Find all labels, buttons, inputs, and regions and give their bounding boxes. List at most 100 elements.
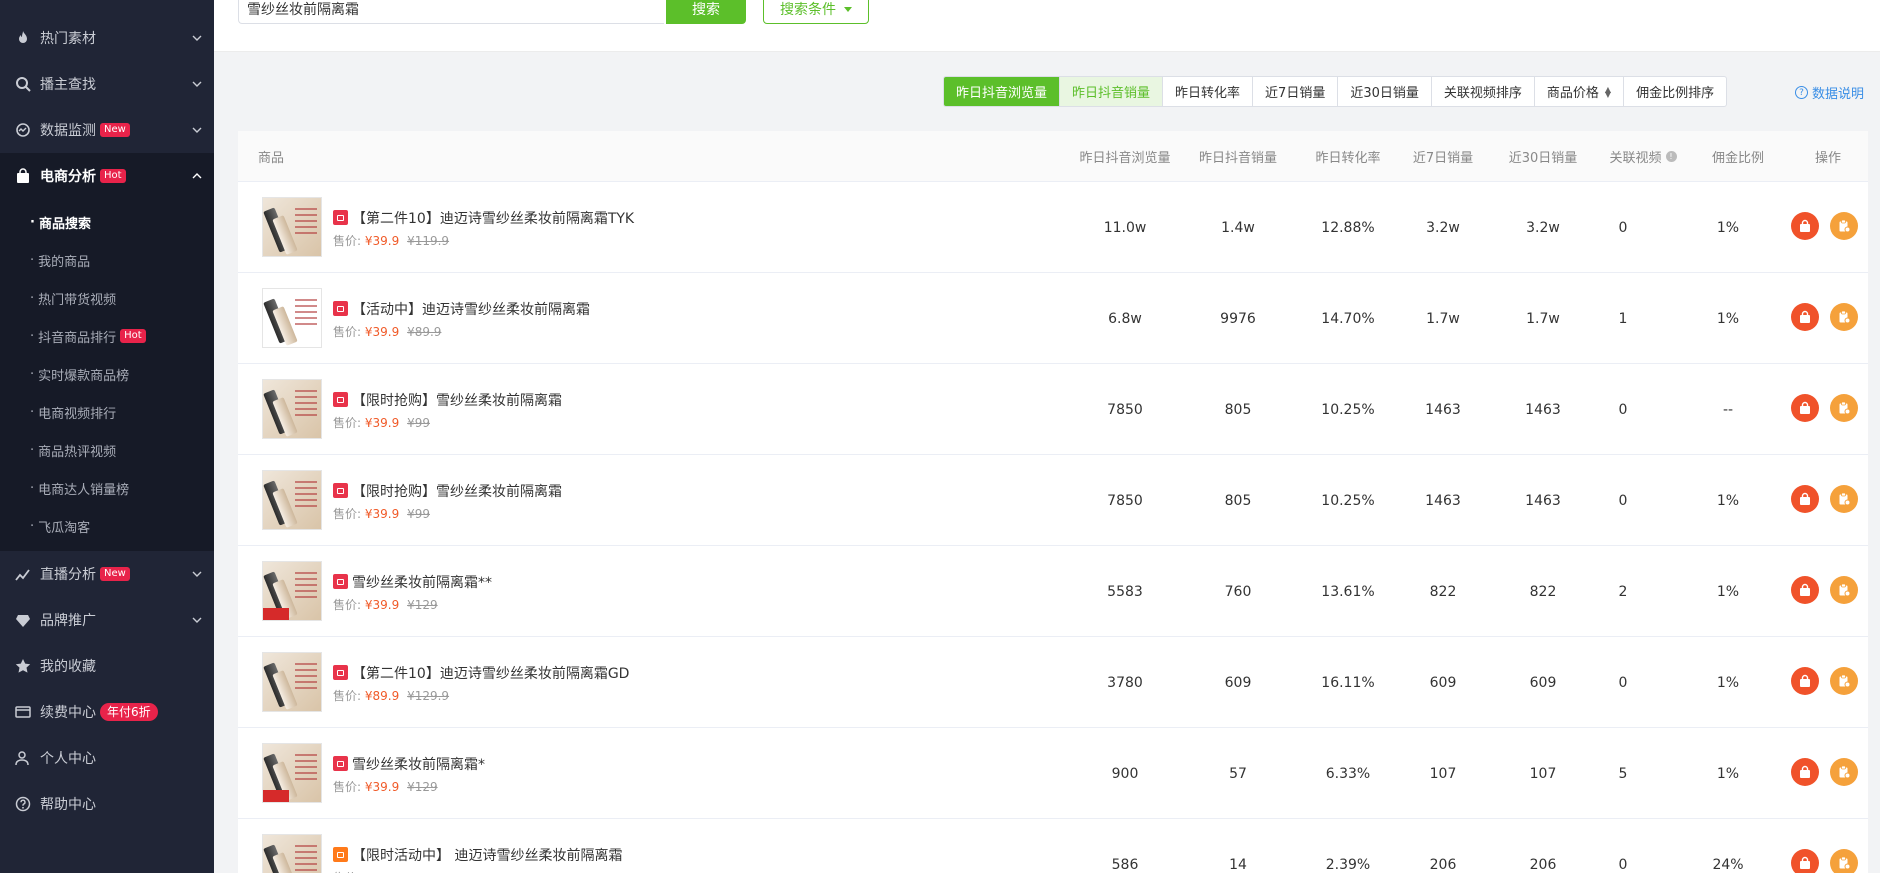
- submenu-item-influencer-sales[interactable]: 电商达人销量榜: [0, 469, 214, 507]
- submenu-item-product-search[interactable]: 商品搜索: [0, 203, 214, 241]
- info-icon[interactable]: !: [1665, 151, 1677, 162]
- menu-item-brand-promotion[interactable]: 品牌推广: [0, 597, 214, 643]
- sort-tab-conversion[interactable]: 昨日转化率: [1163, 77, 1254, 106]
- table-header: 商品 昨日抖音浏览量 昨日抖音销量 昨日转化率 近7日销量 近30日销量 关联视…: [238, 131, 1868, 182]
- product-title[interactable]: 【限时抢购】雪纱丝柔妆前隔离霜: [352, 390, 562, 410]
- product-image-text: [295, 845, 317, 871]
- submenu-item-my-products[interactable]: 我的商品: [0, 241, 214, 279]
- submenu-item-hot-videos[interactable]: 热门带货视频: [0, 279, 214, 317]
- sort-tab-sales[interactable]: 昨日抖音销量: [1060, 77, 1164, 106]
- shop-bag-button[interactable]: [1791, 485, 1819, 513]
- cell-sales-30d: 822: [1529, 583, 1557, 600]
- promote-button[interactable]: [1830, 849, 1858, 873]
- product-price: 售价: ¥89.9 ¥129.9: [333, 687, 449, 704]
- search-input[interactable]: [238, 0, 664, 24]
- sale-price: ¥89.9: [364, 689, 400, 703]
- sort-tab-commission[interactable]: 佣金比例排序: [1624, 77, 1726, 106]
- promote-button[interactable]: [1830, 576, 1858, 604]
- submenu-item-douyin-ranking[interactable]: 抖音商品排行Hot: [0, 317, 214, 355]
- table-row: 【限时抢购】雪纱丝柔妆前隔离霜 售价: ¥39.9 ¥99 7850 805 1…: [238, 455, 1868, 546]
- cell-sales: 760: [1224, 583, 1252, 600]
- cell-sales: 14: [1229, 856, 1247, 873]
- cell-sales: 57: [1229, 765, 1247, 782]
- product-thumbnail[interactable]: [262, 561, 322, 621]
- promote-button[interactable]: [1830, 485, 1858, 513]
- submenu-item-realtime-hot[interactable]: 实时爆款商品榜: [0, 355, 214, 393]
- shop-bag-button[interactable]: [1791, 576, 1819, 604]
- product-title[interactable]: 雪纱丝柔妆前隔离霜*: [352, 754, 485, 774]
- menu-item-data-monitor[interactable]: 数据监测 New: [0, 107, 214, 153]
- product-thumbnail[interactable]: [262, 743, 322, 803]
- shop-bag-button[interactable]: [1791, 303, 1819, 331]
- submenu-item-video-ranking[interactable]: 电商视频排行: [0, 393, 214, 431]
- menu-item-help-center[interactable]: 帮助中心: [0, 781, 214, 827]
- promote-button[interactable]: [1830, 212, 1858, 240]
- sort-tab-related-videos[interactable]: 关联视频排序: [1432, 77, 1535, 106]
- product-thumbnail[interactable]: [262, 470, 322, 530]
- shop-bag-button[interactable]: [1791, 667, 1819, 695]
- product-thumbnail[interactable]: [262, 197, 322, 257]
- menu-item-personal-center[interactable]: 个人中心: [0, 735, 214, 781]
- clipboard-icon: [1839, 765, 1851, 779]
- product-thumbnail[interactable]: [262, 288, 322, 348]
- submenu-item-feigua-taoke[interactable]: 飞瓜淘客: [0, 507, 214, 545]
- sale-price: ¥39.9: [364, 416, 400, 430]
- sort-tab-price[interactable]: 商品价格 ▲ ▼: [1535, 77, 1625, 106]
- menu-item-favorites[interactable]: 我的收藏: [0, 643, 214, 689]
- product-title[interactable]: 【第二件10】迪迈诗雪纱丝柔妆前隔离霜GD: [352, 663, 629, 683]
- menu-item-renewal-center[interactable]: 续费中心 年付6折: [0, 689, 214, 735]
- cell-views: 7850: [1107, 492, 1143, 509]
- cell-videos: 2: [1618, 583, 1628, 600]
- product-image-text: [295, 299, 317, 325]
- promote-button[interactable]: [1830, 394, 1858, 422]
- clipboard-icon: [1839, 310, 1851, 324]
- sort-tab-views[interactable]: 昨日抖音浏览量: [944, 77, 1061, 106]
- menu-item-label: 个人中心: [40, 751, 96, 767]
- product-title[interactable]: 【限时抢购】雪纱丝柔妆前隔离霜: [352, 481, 562, 501]
- product-title[interactable]: 雪纱丝柔妆前隔离霜**: [352, 572, 492, 592]
- data-explain-label: 数据说明: [1812, 87, 1865, 102]
- shopping-bag-icon: [1800, 310, 1810, 323]
- cell-commission: 1%: [1716, 674, 1740, 691]
- cell-conversion: 13.61%: [1321, 583, 1375, 600]
- product-title[interactable]: 【活动中】迪迈诗雪纱丝柔妆前隔离霜: [352, 299, 590, 319]
- sort-tab-sales-30d[interactable]: 近30日销量: [1338, 77, 1432, 106]
- shop-bag-button[interactable]: [1791, 849, 1819, 873]
- product-thumbnail[interactable]: [262, 652, 322, 712]
- promote-button[interactable]: [1830, 667, 1858, 695]
- cell-commission: --: [1722, 401, 1734, 418]
- diamond-icon: [14, 611, 32, 629]
- menu-item-ecommerce-analysis[interactable]: 电商分析 Hot: [0, 153, 214, 199]
- submenu-item-review-videos[interactable]: 商品热评视频: [0, 431, 214, 469]
- product-title[interactable]: 【限时活动中】 迪迈诗雪纱丝柔妆前隔离霜: [352, 845, 622, 865]
- promote-button[interactable]: [1830, 303, 1858, 331]
- column-header-videos-label: 关联视频: [1609, 151, 1662, 166]
- menu-item-hot-materials[interactable]: 热门素材: [0, 15, 214, 61]
- cell-sales: 609: [1224, 674, 1252, 691]
- data-explain-link[interactable]: ? 数据说明: [1795, 83, 1864, 102]
- clipboard-icon: [1839, 856, 1851, 870]
- product-thumbnail[interactable]: [262, 379, 322, 439]
- cell-commission: 1%: [1716, 583, 1740, 600]
- cell-sales-30d: 1463: [1525, 492, 1561, 509]
- cell-sales: 805: [1224, 492, 1252, 509]
- original-price: ¥119.9: [407, 234, 450, 248]
- original-price: ¥99: [407, 507, 430, 521]
- menu-item-live-analysis[interactable]: 直播分析 New: [0, 551, 214, 597]
- sort-tab-sales-7d[interactable]: 近7日销量: [1253, 77, 1339, 106]
- hot-badge: Hot: [100, 169, 126, 183]
- column-header-ops: 操作: [1814, 151, 1841, 166]
- search-conditions-button[interactable]: 搜索条件: [763, 0, 869, 24]
- shop-bag-button[interactable]: [1791, 758, 1819, 786]
- product-thumbnail[interactable]: [262, 834, 322, 873]
- shopping-bag-icon: [1800, 765, 1810, 778]
- shop-bag-button[interactable]: [1791, 212, 1819, 240]
- product-title[interactable]: 【第二件10】迪迈诗雪纱丝柔妆前隔离霜TYK: [352, 208, 634, 228]
- shop-icon: [333, 756, 348, 771]
- chevron-down-icon: [192, 81, 202, 87]
- menu-item-creator-search[interactable]: 播主查找: [0, 61, 214, 107]
- search-button[interactable]: 搜索: [666, 0, 746, 24]
- cell-sales: 805: [1224, 401, 1252, 418]
- shop-bag-button[interactable]: [1791, 394, 1819, 422]
- promote-button[interactable]: [1830, 758, 1858, 786]
